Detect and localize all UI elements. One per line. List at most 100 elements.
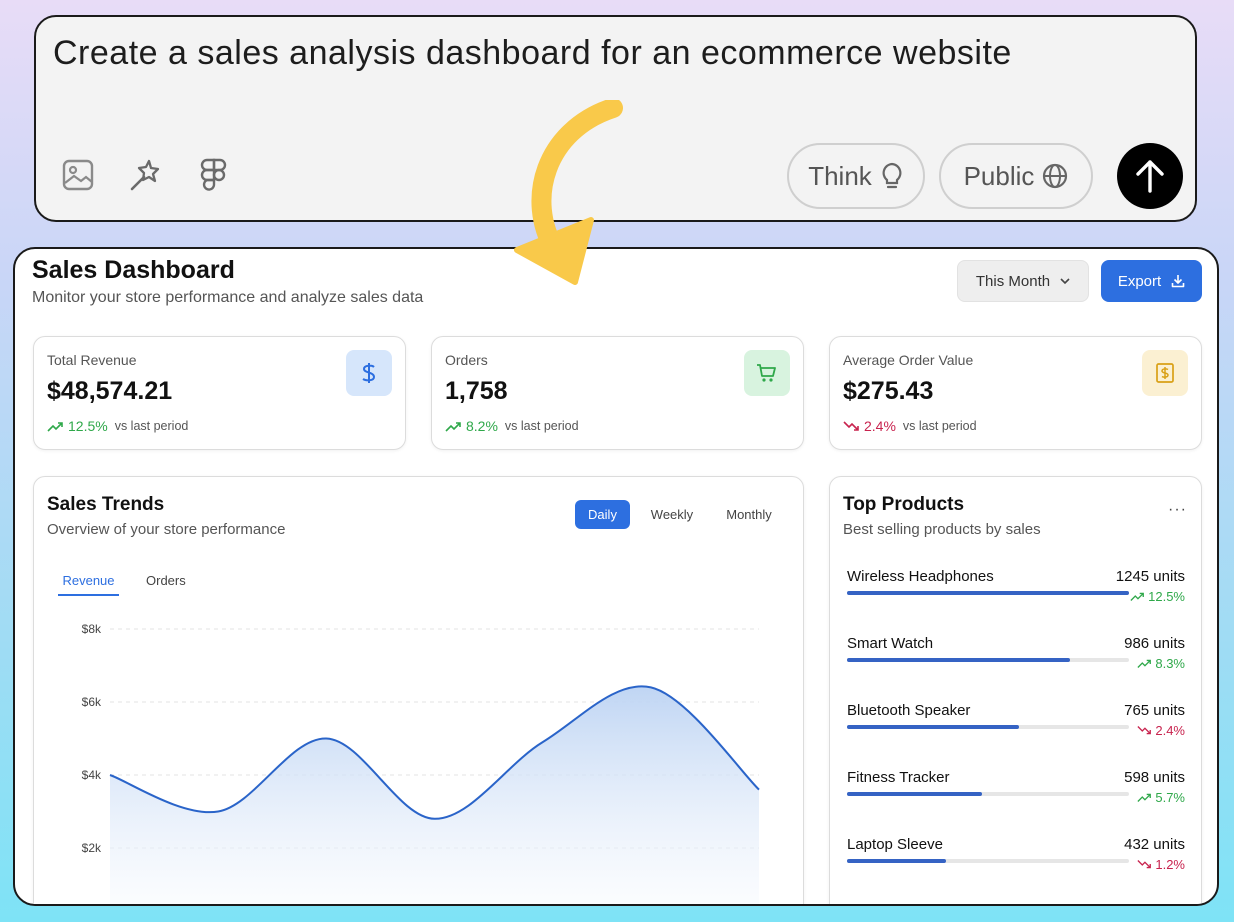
trend-down-icon	[843, 420, 859, 431]
product-name: Wireless Headphones	[847, 568, 994, 585]
export-label: Export	[1117, 272, 1162, 290]
product-change: 12.5%	[1130, 589, 1185, 604]
stat-change: 8.2% vs last period	[445, 418, 579, 434]
revenue-area-chart: $2k $4k $6k $8k	[82, 622, 760, 904]
magic-wand-icon[interactable]	[128, 157, 164, 193]
product-progress-bar	[847, 859, 1129, 863]
download-icon	[1171, 275, 1185, 288]
product-change: 2.4%	[1137, 723, 1185, 738]
arrow-up-icon	[1136, 160, 1164, 193]
product-name: Smart Watch	[847, 635, 934, 652]
segment-daily[interactable]: Daily	[575, 500, 630, 529]
stat-change-caption: vs last period	[902, 419, 977, 433]
stat-change: 12.5% vs last period	[47, 418, 188, 434]
section-subtitle: Best selling products by sales	[843, 521, 1041, 538]
product-row: Fitness Tracker 598 units 5.7%	[847, 769, 1185, 829]
product-change-value: 2.4%	[1155, 723, 1185, 738]
product-row: Wireless Headphones 1245 units 12.5%	[847, 568, 1185, 628]
product-progress-fill	[847, 859, 946, 863]
stat-change-value: 8.2%	[466, 418, 498, 434]
product-row: Bluetooth Speaker 765 units 2.4%	[847, 702, 1185, 762]
product-units: 432 units	[1124, 836, 1185, 853]
product-progress-bar	[847, 658, 1129, 662]
section-title: Sales Trends	[47, 494, 165, 515]
trend-up-icon	[1130, 592, 1145, 601]
product-name: Laptop Sleeve	[847, 836, 943, 853]
page-title: Sales Dashboard	[32, 256, 235, 284]
section-title: Top Products	[843, 494, 965, 515]
period-dropdown[interactable]: This Month	[957, 260, 1089, 302]
trend-up-icon	[445, 421, 461, 432]
image-icon[interactable]	[60, 157, 96, 193]
y-tick-label: $2k	[82, 841, 102, 855]
stat-change: 2.4% vs last period	[843, 418, 977, 434]
trend-up-icon	[1137, 659, 1152, 668]
trend-down-icon	[1137, 860, 1152, 869]
product-progress-fill	[847, 792, 983, 796]
product-change: 5.7%	[1137, 790, 1185, 805]
stat-change-value: 12.5%	[68, 418, 108, 434]
export-button[interactable]: Export	[1101, 260, 1202, 302]
stat-change-value: 2.4%	[864, 418, 896, 434]
product-row: Smart Watch 986 units 8.3%	[847, 635, 1185, 695]
stat-value: $275.43	[843, 377, 934, 405]
product-progress-fill	[847, 725, 1020, 729]
product-change: 1.2%	[1137, 857, 1185, 872]
product-progress-bar	[847, 792, 1129, 796]
send-button[interactable]	[1117, 143, 1183, 209]
product-progress-bar	[847, 725, 1129, 729]
product-progress-fill	[847, 658, 1070, 662]
trend-up-icon	[1137, 793, 1152, 802]
cart-icon	[744, 350, 790, 396]
segment-weekly[interactable]: Weekly	[643, 500, 701, 529]
trend-up-icon	[47, 421, 63, 432]
y-tick-label: $8k	[82, 622, 102, 636]
tab-orders[interactable]: Orders	[146, 573, 186, 594]
period-label: This Month	[975, 272, 1051, 290]
section-subtitle: Overview of your store performance	[47, 521, 286, 538]
stat-value: 1,758	[445, 377, 508, 405]
product-change-value: 8.3%	[1155, 656, 1185, 671]
chevron-down-icon	[1060, 278, 1070, 285]
lightbulb-icon	[882, 162, 902, 189]
segment-monthly[interactable]: Monthly	[717, 500, 781, 529]
product-change: 8.3%	[1137, 656, 1185, 671]
think-label: Think	[808, 160, 872, 191]
product-units: 765 units	[1124, 702, 1185, 719]
product-name: Bluetooth Speaker	[847, 702, 971, 719]
product-change-value: 12.5%	[1148, 589, 1185, 604]
prompt-toolbar	[60, 157, 232, 193]
product-progress-fill	[847, 591, 1129, 595]
y-tick-label: $6k	[82, 695, 102, 709]
product-row: Laptop Sleeve 432 units 1.2%	[847, 836, 1185, 896]
stat-label: Total Revenue	[47, 352, 137, 368]
y-tick-label: $4k	[82, 768, 102, 782]
public-button[interactable]: Public	[939, 143, 1093, 209]
product-name: Fitness Tracker	[847, 769, 950, 786]
stat-card-aov: Average Order Value $275.43 2.4% vs last…	[829, 336, 1202, 450]
stat-label: Average Order Value	[843, 352, 974, 368]
product-units: 598 units	[1124, 769, 1185, 786]
dashboard-window: Sales Dashboard Monitor your store perfo…	[13, 247, 1219, 906]
trend-down-icon	[1137, 726, 1152, 735]
top-products-card: Top Products Best selling products by sa…	[829, 476, 1202, 904]
product-change-value: 1.2%	[1155, 857, 1185, 872]
stat-value: $48,574.21	[47, 377, 173, 405]
dollar-icon	[346, 350, 392, 396]
stat-change-caption: vs last period	[114, 419, 189, 433]
stat-card-revenue: Total Revenue $48,574.21 12.5% vs last p…	[33, 336, 406, 450]
stat-label: Orders	[445, 352, 488, 368]
product-units: 1245 units	[1115, 568, 1185, 585]
product-change-value: 5.7%	[1155, 790, 1185, 805]
stat-card-orders: Orders 1,758 8.2% vs last period	[431, 336, 804, 450]
sales-trends-card: Sales Trends Overview of your store perf…	[33, 476, 804, 904]
prompt-input[interactable]: Create a sales analysis dashboard for an…	[53, 34, 1012, 73]
revenue-area-fill	[110, 686, 759, 904]
more-options-icon[interactable]: ···	[1168, 501, 1187, 519]
product-progress-bar	[847, 591, 1129, 595]
think-button[interactable]: Think	[787, 143, 925, 209]
public-label: Public	[963, 160, 1035, 191]
globe-icon	[1043, 163, 1068, 189]
figma-icon[interactable]	[196, 157, 232, 193]
tab-revenue[interactable]: Revenue	[58, 573, 119, 596]
